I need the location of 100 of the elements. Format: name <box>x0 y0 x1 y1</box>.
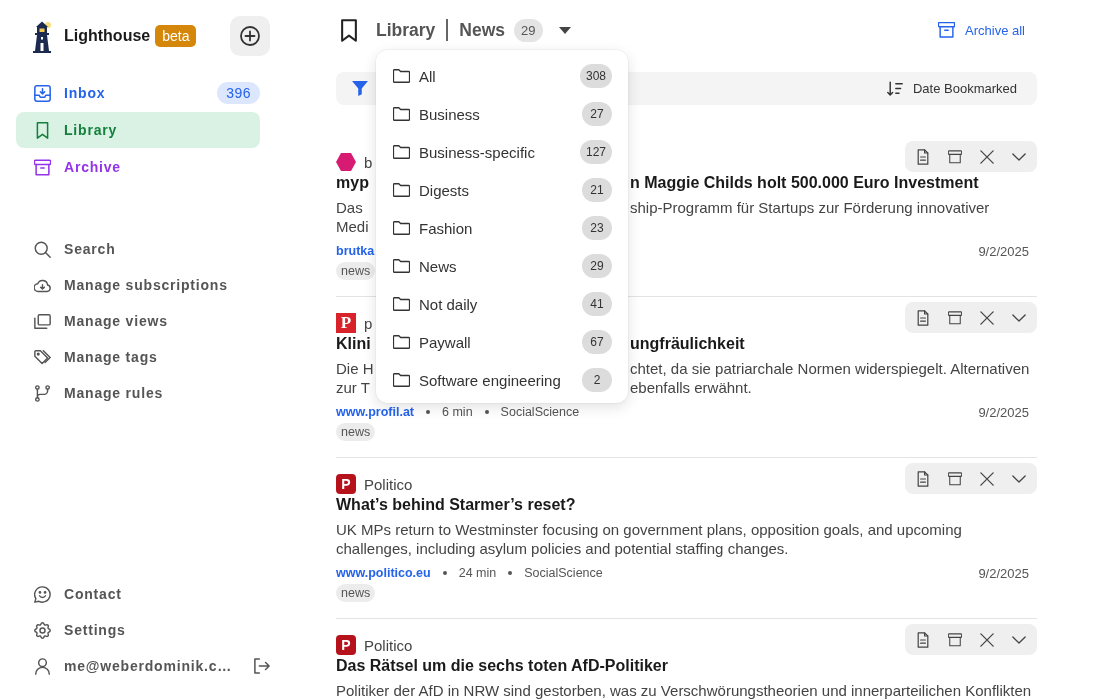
logout-icon[interactable] <box>254 658 270 674</box>
search-icon <box>34 240 51 258</box>
document-icon[interactable] <box>916 148 930 165</box>
sidebar-item[interactable]: Search <box>16 231 260 267</box>
article-description: ship-Programm für Startups zur Förderung innovativer <box>630 198 990 217</box>
sidebar-item[interactable]: Manage views <box>16 303 260 339</box>
article-date: 9/2/2025 <box>978 565 1029 581</box>
menu-item[interactable]: All 308 <box>376 57 628 95</box>
article-description: Medi <box>336 218 369 235</box>
folder-icon <box>393 107 410 121</box>
article-description: UK MPs return to Westminster focusing on government plans, opposition goals, and upcoming challenges, including asylum policies and potential staffing changes. <box>336 520 963 558</box>
close-icon[interactable] <box>980 631 994 648</box>
count-badge: 308 <box>579 64 612 88</box>
article-title: What’s behind Starmer’s reset? <box>336 496 576 513</box>
menu-item[interactable]: News 29 <box>376 247 628 285</box>
folder-icon <box>393 335 410 349</box>
filter-icon[interactable] <box>352 81 368 96</box>
read-time: 24 min <box>458 566 497 580</box>
settings-icon <box>34 621 51 639</box>
article-description: Das <box>336 198 363 217</box>
source-logo: P <box>336 313 356 333</box>
source-link[interactable]: www.profil.at <box>336 405 414 419</box>
tag[interactable]: news <box>336 262 376 280</box>
user-icon <box>34 657 51 675</box>
count-badge: 21 <box>582 178 612 202</box>
sidebar-item[interactable]: Manage subscriptions <box>16 267 260 303</box>
folder-icon <box>393 221 410 235</box>
nav-item[interactable]: Library <box>16 112 260 148</box>
tag[interactable]: news <box>336 584 376 602</box>
plus-circle-icon <box>240 26 260 46</box>
chevron-down-icon[interactable] <box>1012 635 1026 644</box>
count-badge: 41 <box>582 292 612 316</box>
article-description: ebenfalls erwähnt. <box>630 378 752 397</box>
menu-item[interactable]: Software engineering 2 <box>376 361 628 399</box>
caret-down-icon[interactable] <box>558 26 571 34</box>
count-badge: 29 <box>514 18 543 42</box>
archive-box-icon[interactable] <box>948 470 962 487</box>
archive-box-icon[interactable] <box>948 631 962 648</box>
article-description: Politiker der AfD in NRW sind gestorben, was zu Verschwörungstheorien und innerparteilichen Konflikten <box>336 681 1033 700</box>
nav-item[interactable]: Inbox 396 <box>16 75 260 111</box>
archive-all-button[interactable]: Archive all <box>938 22 1025 38</box>
count-badge: 67 <box>582 330 612 354</box>
folder-icon <box>393 373 410 387</box>
category: SocialScience <box>524 566 603 580</box>
stacked-windows-icon <box>34 312 51 330</box>
chat-smile-icon <box>34 585 51 603</box>
menu-item[interactable]: Not daily 41 <box>376 285 628 323</box>
category: SocialScience <box>500 405 580 419</box>
folder-icon <box>393 183 410 197</box>
source-name: p <box>364 314 373 332</box>
article-title: Klini <box>336 334 371 354</box>
document-icon[interactable] <box>916 309 930 326</box>
menu-item[interactable]: Business-specific 127 <box>376 133 628 171</box>
source-name: b <box>364 153 373 171</box>
menu-item[interactable]: Paywall 67 <box>376 323 628 361</box>
count-badge: 396 <box>217 82 260 104</box>
folder-icon <box>393 69 410 83</box>
article-description: chtet, da sie patriarchale Normen widerspiegelt. Alternativen <box>630 359 1030 378</box>
document-icon[interactable] <box>916 470 930 487</box>
section-title: Library <box>376 19 436 41</box>
close-icon[interactable] <box>980 148 994 165</box>
archive-box-icon[interactable] <box>948 309 962 326</box>
menu-item[interactable]: Digests 21 <box>376 171 628 209</box>
sidebar-item[interactable]: Manage rules <box>16 375 260 411</box>
add-button[interactable] <box>230 16 270 56</box>
article-title: ungfräulichkeit <box>630 334 745 354</box>
menu-item[interactable]: Fashion 23 <box>376 209 628 247</box>
folder-icon <box>393 145 410 159</box>
sidebar-item[interactable]: Manage tags <box>16 339 260 375</box>
branch-icon <box>34 384 51 402</box>
sidebar-item[interactable]: Settings <box>16 612 260 648</box>
article-date: 9/2/2025 <box>978 404 1029 420</box>
menu-item[interactable]: Business 27 <box>376 95 628 133</box>
sort-icon <box>886 81 903 96</box>
separator-dot-icon <box>484 410 489 414</box>
archive-box-icon <box>938 22 956 38</box>
bookmark-icon <box>341 18 357 42</box>
sidebar-item[interactable]: Contact <box>16 576 260 612</box>
count-badge: 127 <box>579 140 612 164</box>
view-title: News <box>459 19 506 41</box>
archive-box-icon[interactable] <box>948 148 962 165</box>
separator-dot-icon <box>426 410 430 414</box>
article-title: myp <box>336 173 369 193</box>
read-time: 6 min <box>442 405 473 419</box>
nav-item[interactable]: Archive <box>16 149 260 185</box>
chevron-down-icon[interactable] <box>1012 152 1026 161</box>
chevron-down-icon[interactable] <box>1012 313 1026 322</box>
source-link[interactable]: brutka <box>336 244 375 258</box>
document-icon[interactable] <box>916 631 930 648</box>
source-link[interactable]: www.politico.eu <box>336 566 431 580</box>
sort-button[interactable]: Date Bookmarked <box>886 81 1017 96</box>
folder-icon <box>393 259 410 273</box>
close-icon[interactable] <box>980 470 994 487</box>
article-title: n Maggie Childs holt 500.000 Euro Investment <box>630 173 979 193</box>
source-logo: P <box>336 474 356 494</box>
tag[interactable]: news <box>336 423 376 441</box>
chevron-down-icon[interactable] <box>1012 474 1026 483</box>
tags-icon <box>34 348 51 366</box>
count-badge: 23 <box>582 216 612 240</box>
close-icon[interactable] <box>980 309 994 326</box>
